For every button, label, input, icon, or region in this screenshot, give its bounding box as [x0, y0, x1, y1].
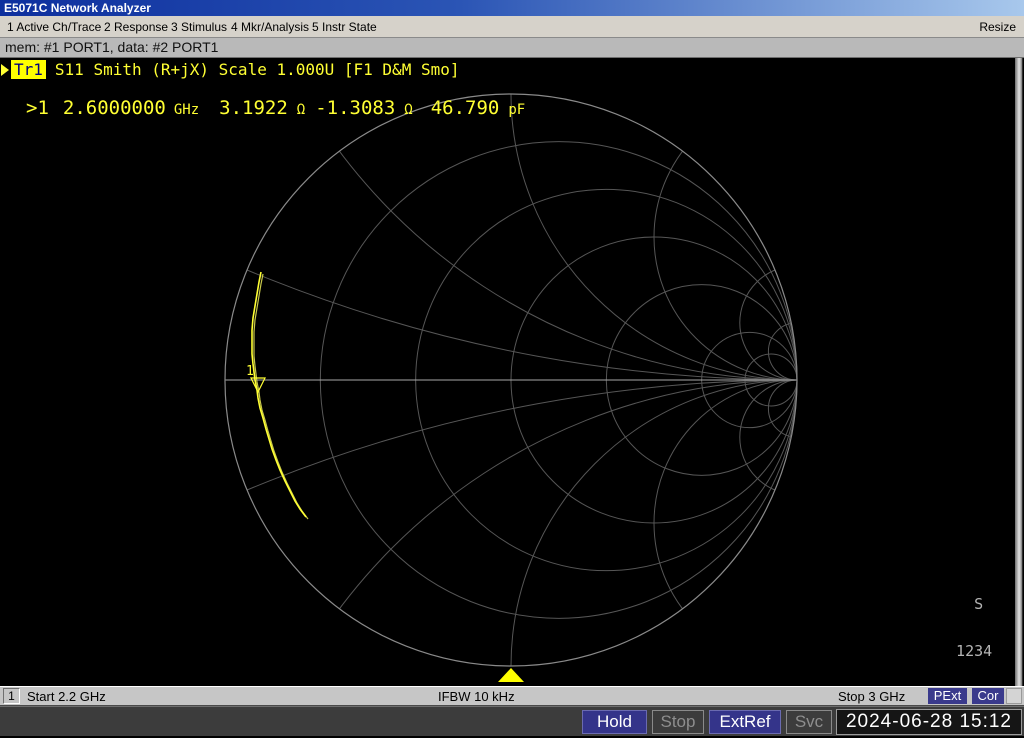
status-bar: 1 Start 2.2 GHz IFBW 10 kHz Stop 3 GHz P… — [0, 686, 1024, 706]
svc-button[interactable]: Svc — [786, 710, 832, 734]
channel-number-box[interactable]: 1 — [3, 688, 20, 704]
marker-capacitance-unit: pF — [508, 102, 526, 118]
stop-button[interactable]: Stop — [652, 710, 704, 734]
menu-response[interactable]: 2 Response — [104, 20, 168, 34]
marker-number: >1 — [26, 97, 49, 119]
menu-instr-state[interactable]: 5 Instr State — [312, 20, 377, 34]
reactance-arc — [653, 379, 797, 666]
active-trace-arrow-icon — [1, 63, 9, 76]
marker-readout: >1 2.6000000 GHz 3.1922 Ω -1.3083 Ω 46.7… — [26, 97, 525, 119]
statusbar-blank-box — [1006, 688, 1022, 704]
channel-trace-status: S 1234 1F--- 2---- R3---- 4---- — [938, 566, 992, 686]
s11-trace — [251, 271, 307, 518]
smith-chart: 1 — [224, 93, 798, 682]
mem-data-text: mem: #1 PORT1, data: #2 PORT1 — [5, 39, 219, 55]
marker-frequency: 2.6000000 — [62, 97, 166, 119]
mem-data-status: mem: #1 PORT1, data: #2 PORT1 — [0, 38, 1024, 58]
reactance-arc — [510, 94, 797, 381]
chanstatus-line: S — [938, 595, 993, 613]
menu-stimulus[interactable]: 3 Stimulus — [171, 20, 227, 34]
marker-reactance-unit: Ω — [404, 102, 413, 118]
stimulus-marker-icon — [498, 668, 524, 682]
menu-active-ch-trace[interactable]: 1 Active Ch/Trace — [7, 20, 101, 34]
stop-frequency: Stop 3 GHz — [838, 689, 906, 704]
window-title: E5071C Network Analyzer — [4, 1, 151, 15]
marker-frequency-unit: GHz — [173, 102, 200, 118]
marker-capacitance: 46.790 — [430, 97, 500, 119]
memory-trace — [253, 273, 309, 520]
pext-indicator: PExt — [928, 688, 967, 704]
extref-button[interactable]: ExtRef — [709, 710, 781, 734]
menu-resize[interactable]: Resize — [979, 20, 1016, 34]
start-frequency: Start 2.2 GHz — [27, 689, 106, 704]
trace1-format-text: S11 Smith (R+jX) Scale 1.000U [F1 D&M Sm… — [54, 60, 460, 79]
datetime-display: 2024-06-28 15:12 — [836, 709, 1022, 735]
reactance-arc — [225, 379, 797, 666]
trace-status-line: Tr1 S11 Smith (R+jX) Scale 1.000U [F1 D&… — [1, 60, 459, 79]
menu-mkr-analysis[interactable]: 4 Mkr/Analysis — [231, 20, 309, 34]
instrument-status-bar: Hold Stop ExtRef Svc 2024-06-28 15:12 — [0, 706, 1024, 738]
reactance-arc — [653, 94, 797, 381]
title-bar: E5071C Network Analyzer — [0, 0, 1024, 16]
trace1-badge[interactable]: Tr1 — [11, 60, 46, 79]
app-window: E5071C Network Analyzer 1 Active Ch/Trac… — [0, 0, 1024, 738]
marker1-label: 1 — [246, 364, 254, 379]
chanstatus-line: 1234 — [938, 641, 993, 660]
menu-bar: 1 Active Ch/Trace 2 Response 3 Stimulus … — [0, 16, 1024, 38]
marker-resistance-unit: Ω — [296, 102, 306, 118]
hold-button[interactable]: Hold — [582, 710, 647, 734]
analyzer-screen: 1 Tr1 S11 Smith (R+jX) Scale 1.000U [F1 … — [0, 58, 1024, 686]
marker-resistance: 3.1922 — [219, 97, 288, 119]
marker-reactance: -1.3083 — [315, 97, 396, 119]
ifbw-value: IFBW 10 kHz — [438, 689, 515, 704]
cor-indicator: Cor — [972, 688, 1004, 704]
window-edge-strip — [1015, 58, 1024, 686]
